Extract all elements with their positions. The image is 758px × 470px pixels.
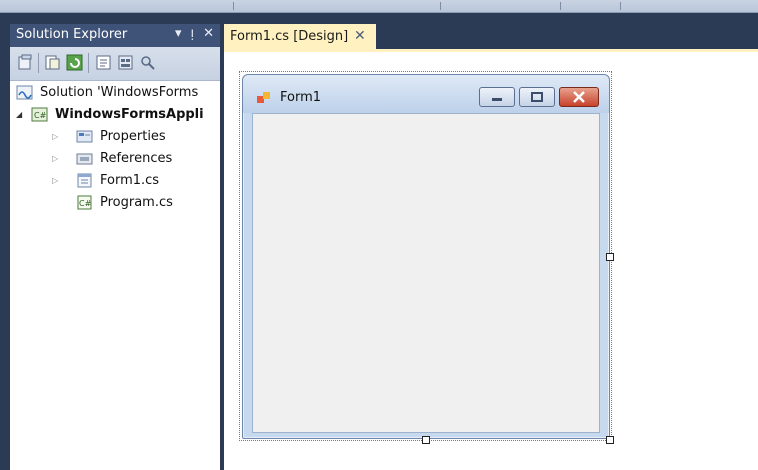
- tab-underline: [224, 49, 758, 52]
- solution-explorer-panel: Solution Explorer ▾ ᴉ ✕ Solution 'Window…: [10, 24, 220, 470]
- tree-item-label: Program.cs: [100, 194, 173, 210]
- toolbar-separator: [233, 2, 234, 10]
- toolbar-separator: [620, 2, 621, 10]
- tree-item-label: Properties: [100, 128, 166, 144]
- designer-form[interactable]: Form1: [242, 74, 610, 439]
- resize-handle-bottom[interactable]: [422, 436, 430, 444]
- ide-toolbar-strip: [0, 0, 758, 13]
- form-file-icon: [77, 173, 92, 187]
- tab-label: Form1.cs [Design]: [230, 29, 349, 44]
- form-icon: [257, 92, 270, 103]
- close-icon: [573, 91, 585, 103]
- csharp-project-icon: C#: [31, 107, 48, 121]
- solution-explorer-header: Solution Explorer ▾ ᴉ ✕: [10, 24, 220, 47]
- expanded-triangle-icon[interactable]: ◢: [16, 110, 25, 119]
- tree-item-label: Solution 'WindowsForms: [40, 84, 199, 100]
- form-title: Form1: [280, 90, 322, 105]
- refresh-icon[interactable]: [66, 54, 83, 71]
- svg-text:C#: C#: [34, 111, 47, 120]
- collapsed-triangle-icon[interactable]: ▷: [52, 176, 61, 185]
- view-code-icon[interactable]: [95, 54, 112, 71]
- close-icon[interactable]: ✕: [354, 28, 366, 44]
- tree-item-label: WindowsFormsAppli: [55, 106, 204, 122]
- toolbar-separator: [38, 53, 39, 73]
- collapse-all-icon[interactable]: [17, 54, 34, 71]
- references-icon: [76, 153, 93, 164]
- tree-item-references[interactable]: ▷ References: [52, 148, 172, 168]
- tree-item-project[interactable]: ◢ C# WindowsFormsAppli: [16, 104, 204, 124]
- solution-explorer-toolbar: [10, 47, 220, 81]
- solution-explorer-title: Solution Explorer: [16, 27, 128, 42]
- tree-item-label: References: [100, 150, 173, 166]
- minimize-icon: [492, 98, 502, 101]
- collapsed-triangle-icon[interactable]: ▷: [52, 154, 61, 163]
- dropdown-icon[interactable]: ▾: [175, 26, 182, 41]
- close-button[interactable]: [559, 87, 599, 107]
- form-client-area[interactable]: [252, 113, 600, 433]
- toolbar-separator: [440, 2, 441, 10]
- collapsed-triangle-icon[interactable]: ▷: [52, 132, 61, 141]
- show-all-files-icon[interactable]: [44, 54, 61, 71]
- panel-controls: ▾ ᴉ ✕: [175, 26, 214, 41]
- tree-item-program[interactable]: C# Program.cs: [76, 192, 173, 212]
- csharp-file-icon: C#: [77, 195, 92, 209]
- toolbar-separator: [88, 53, 89, 73]
- svg-text:C#: C#: [79, 199, 92, 208]
- tree-item-form1[interactable]: ▷ Form1.cs: [52, 170, 159, 190]
- properties-icon: [76, 130, 93, 142]
- tree-item-properties[interactable]: ▷ Properties: [52, 126, 166, 146]
- toolbar-separator: [560, 2, 561, 10]
- resize-handle-corner[interactable]: [606, 436, 614, 444]
- form-titlebar[interactable]: Form1: [243, 75, 609, 113]
- pin-icon[interactable]: ᴉ: [190, 26, 194, 41]
- view-designer-icon[interactable]: [117, 54, 134, 71]
- tree-item-solution[interactable]: Solution 'WindowsForms: [16, 82, 198, 102]
- tab-form1-design[interactable]: Form1.cs [Design] ✕: [224, 24, 376, 50]
- class-diagram-icon[interactable]: [139, 54, 156, 71]
- minimize-button[interactable]: [479, 87, 515, 107]
- close-icon[interactable]: ✕: [203, 26, 214, 41]
- resize-handle-right[interactable]: [606, 253, 614, 261]
- solution-icon: [16, 85, 33, 99]
- maximize-button[interactable]: [519, 87, 555, 107]
- tree-item-label: Form1.cs: [100, 172, 160, 188]
- maximize-icon: [531, 92, 543, 102]
